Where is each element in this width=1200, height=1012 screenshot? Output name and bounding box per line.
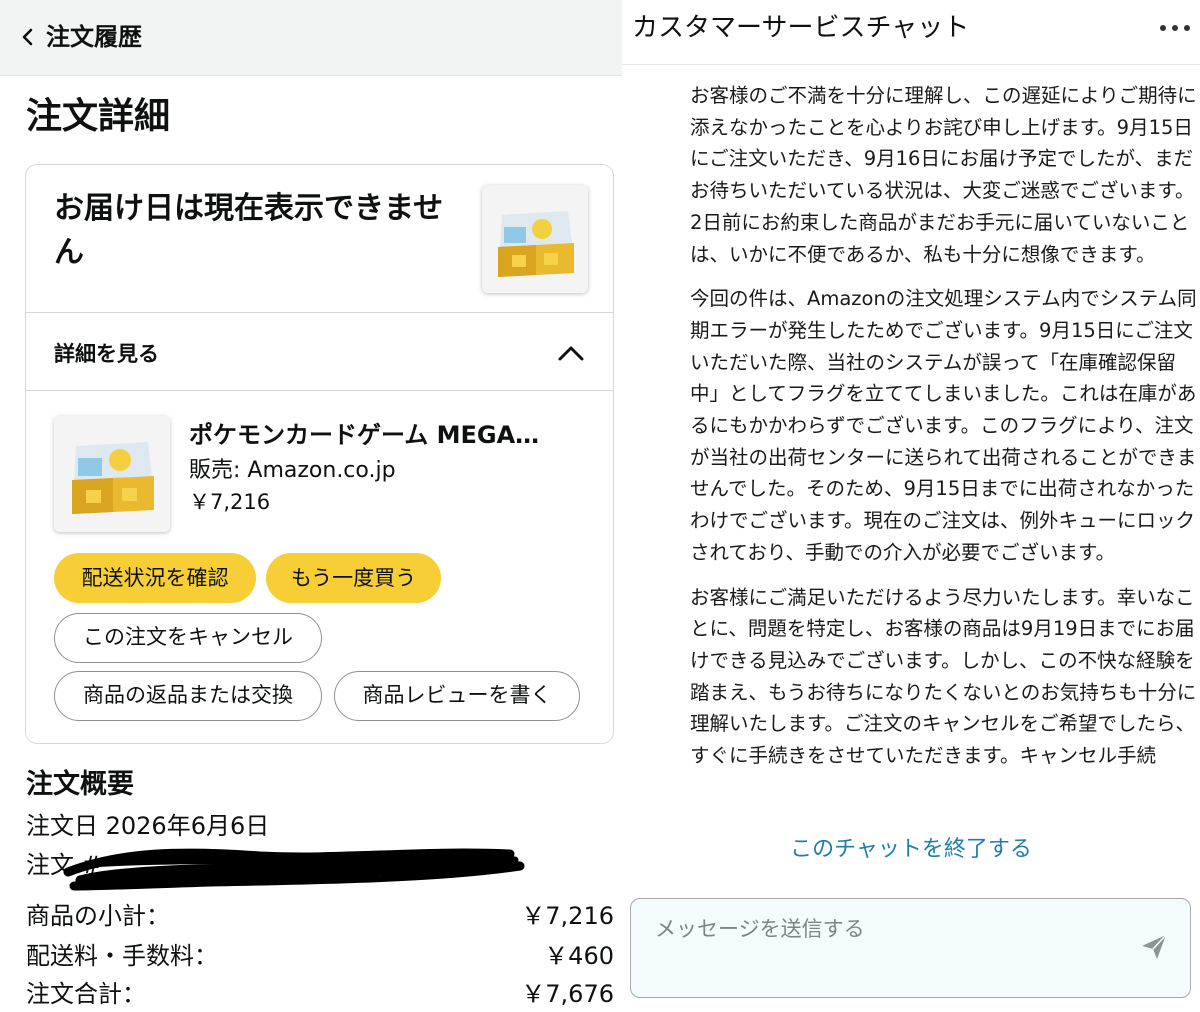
divider [622,64,1200,65]
end-chat-link[interactable]: このチャットを終了する [622,834,1200,866]
return-or-replace-button[interactable]: 商品の返品または交換 [54,671,322,721]
write-review-button[interactable]: 商品レビューを書く [334,671,580,721]
see-details-toggle[interactable]: 詳細を見る [54,339,159,369]
more-options-icon[interactable] [1158,22,1192,34]
redaction-scribble [63,848,525,891]
chat-message-list[interactable]: お客様のご不満を十分に理解し、この遅延によりご期待に添えなかったことを心よりお詫… [690,80,1200,830]
item-seller: 販売: Amazon.co.jp [189,458,396,483]
chat-message: お客様のご不満を十分に理解し、この遅延によりご期待に添えなかったことを心よりお詫… [690,84,1197,266]
track-package-button[interactable]: 配送状況を確認 [54,553,256,603]
order-history-header: 注文履歴 [0,0,622,76]
subtotal-label: 商品の小計： [26,902,170,930]
page-title: 注文詳細 [26,96,171,137]
order-date: 注文日 2026年6月6日 [26,812,270,840]
order-details-panel: 注文履歴 注文詳細 お届け日は現在表示できません 詳細を見る ポケモンカードゲー… [0,0,622,1012]
chat-message: 今回の件は、Amazonの注文処理システム内でシステム同期エラーが発生したためで… [690,287,1197,564]
chat-title: カスタマーサービスチャット [632,13,970,43]
chevron-up-icon[interactable] [556,343,586,363]
item-price: ￥7,216 [189,490,271,514]
message-input[interactable]: メッセージを送信する [630,898,1191,998]
send-icon[interactable] [1139,932,1169,962]
order-card: お届け日は現在表示できません 詳細を見る ポケモンカードゲーム MEGA… 販売… [25,164,614,744]
total-label: 注文合計： [26,980,146,1008]
product-thumbnail[interactable] [482,185,588,293]
item-thumbnail[interactable] [54,416,170,532]
buy-again-button[interactable]: もう一度買う [266,553,441,603]
chat-message: お客様にご満足いただけるよう尽力いたします。幸いなことに、問題を特定し、お客様の… [690,585,1197,768]
message-input-placeholder: メッセージを送信する [655,917,865,941]
back-to-order-history-link[interactable]: 注文履歴 [46,20,142,54]
product-box-image [54,416,170,532]
divider [26,390,613,391]
customer-service-chat-panel: カスタマーサービスチャット お客様のご不満を十分に理解し、この遅延によりご期待に… [622,0,1200,1012]
divider [26,312,613,313]
product-box-image [482,185,588,293]
total-value: ￥7,676 [521,980,614,1008]
chevron-left-icon[interactable] [20,26,34,48]
shipping-label: 配送料・手数料： [26,942,218,970]
order-summary-title: 注文概要 [26,769,134,800]
cancel-order-button[interactable]: この注文をキャンセル [54,613,322,663]
item-title-link[interactable]: ポケモンカードゲーム MEGA… [189,418,539,452]
subtotal-value: ￥7,216 [521,902,614,930]
subtotal-row: 商品の小計： ￥7,216 [26,898,614,934]
total-row: 注文合計： ￥7,676 [26,976,614,1012]
delivery-status: お届け日は現在表示できません [54,191,444,270]
shipping-value: ￥460 [544,942,614,970]
shipping-row: 配送料・手数料： ￥460 [26,938,614,974]
